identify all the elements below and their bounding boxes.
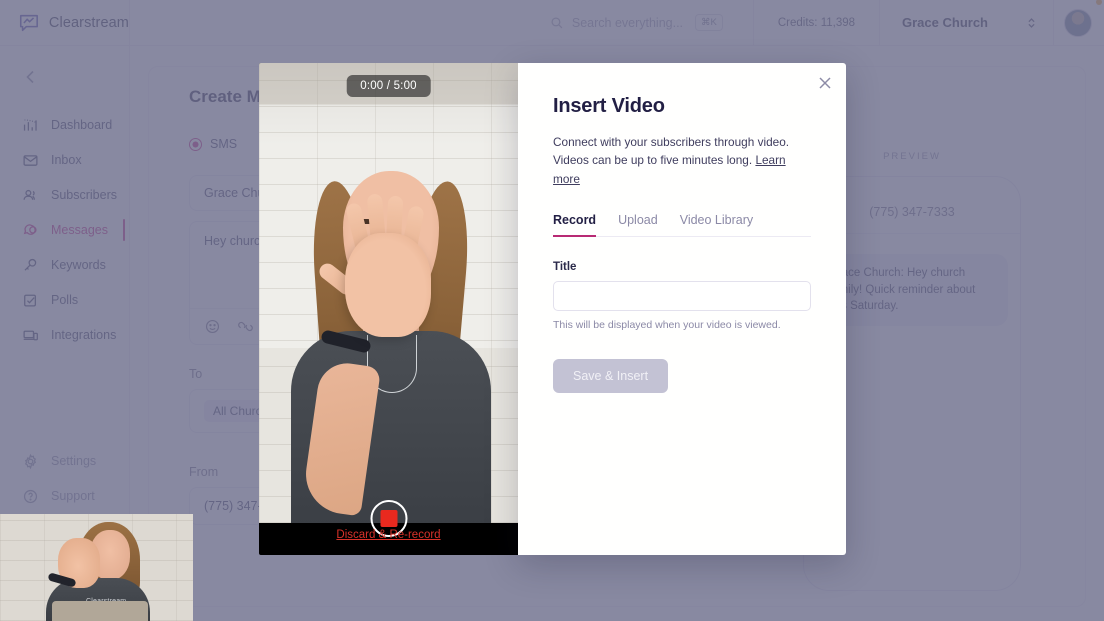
title-field-label: Title: [553, 261, 811, 273]
video-recorder-panel: 0:00 / 5:00 Discard & Re-record: [259, 63, 518, 555]
close-icon: [815, 73, 835, 93]
tab-video-library[interactable]: Video Library: [680, 213, 753, 236]
recording-timer: 0:00 / 5:00: [346, 75, 431, 97]
video-vignette: [259, 63, 518, 523]
modal-description: Connect with your subscribers through vi…: [553, 133, 811, 188]
tab-record[interactable]: Record: [553, 213, 596, 236]
recorder-video-feed: [259, 63, 518, 523]
discard-rerecord-link[interactable]: Discard & Re-record: [259, 529, 518, 541]
modal-close-button[interactable]: [815, 73, 835, 93]
insert-video-modal: Insert Video Connect with your subscribe…: [518, 63, 846, 555]
save-and-insert-button[interactable]: Save & Insert: [553, 359, 668, 393]
modal-title: Insert Video: [553, 95, 811, 118]
self-view-video[interactable]: Clearstream: [0, 514, 193, 621]
video-title-input[interactable]: [553, 281, 811, 311]
title-field-help: This will be displayed when your video i…: [553, 319, 811, 331]
pip-laptop: [52, 601, 148, 621]
app-window: Clearstream Search everything... ⌘K Cred…: [0, 0, 1104, 621]
modal-body: Insert Video Connect with your subscribe…: [518, 63, 846, 393]
stop-square-icon: [380, 510, 397, 527]
modal-tabs: Record Upload Video Library: [553, 213, 811, 237]
modal-description-text: Connect with your subscribers through vi…: [553, 135, 789, 167]
tab-upload[interactable]: Upload: [618, 213, 658, 236]
